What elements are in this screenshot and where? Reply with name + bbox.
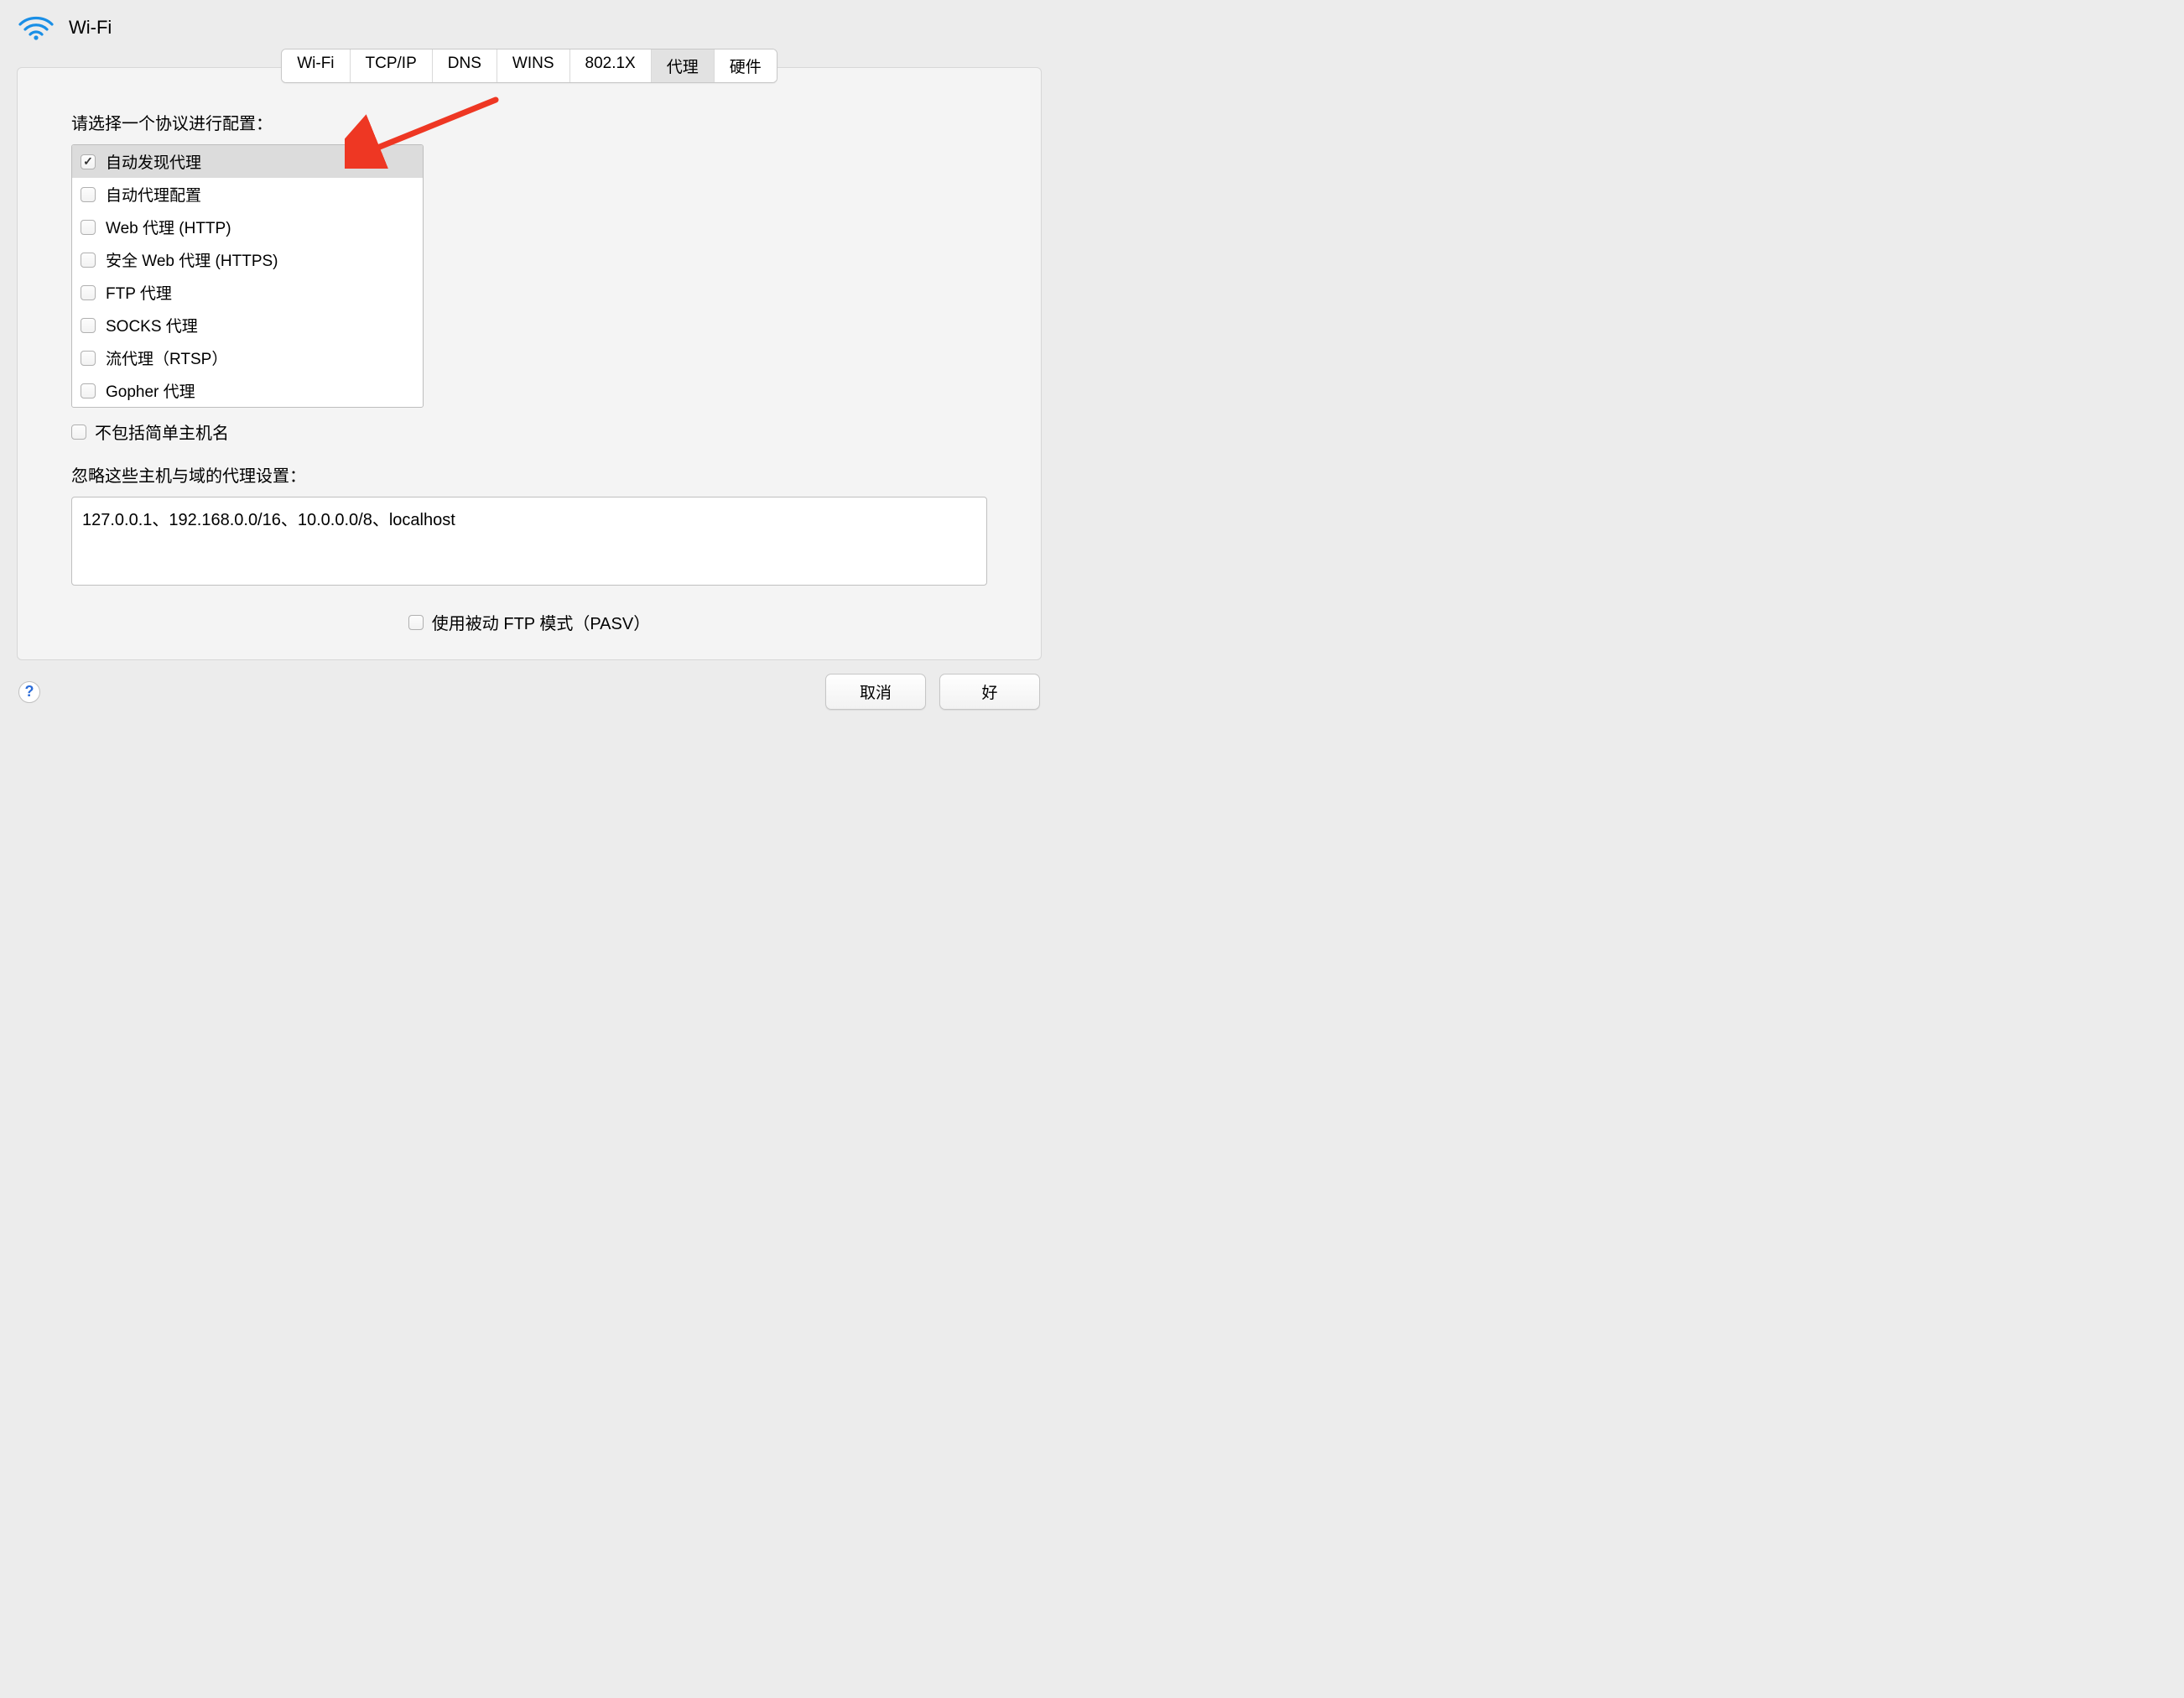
help-button[interactable]: ? xyxy=(18,681,40,703)
ok-button[interactable]: 好 xyxy=(939,674,1040,710)
header: Wi-Fi xyxy=(0,0,1058,49)
checkbox-pasv[interactable] xyxy=(408,615,424,630)
tab-dns[interactable]: DNS xyxy=(433,49,497,82)
protocol-row-https[interactable]: 安全 Web 代理 (HTTPS) xyxy=(72,243,423,276)
checkbox-socks[interactable] xyxy=(81,318,96,333)
exclude-simple-row: 不包括简单主机名 xyxy=(71,419,987,444)
checkbox-https[interactable] xyxy=(81,253,96,268)
exclude-simple-label: 不包括简单主机名 xyxy=(95,419,229,444)
bypass-hosts-input[interactable] xyxy=(71,497,987,586)
tab-bar: Wi-Fi TCP/IP DNS WINS 802.1X 代理 硬件 xyxy=(0,49,1058,83)
pasv-label: 使用被动 FTP 模式（PASV） xyxy=(432,610,650,634)
protocol-row-auto-config[interactable]: 自动代理配置 xyxy=(72,178,423,211)
protocol-row-gopher[interactable]: Gopher 代理 xyxy=(72,374,423,407)
checkbox-ftp[interactable] xyxy=(81,285,96,300)
protocol-label: 自动代理配置 xyxy=(106,183,201,206)
pasv-row: 使用被动 FTP 模式（PASV） xyxy=(71,610,987,634)
segmented-control: Wi-Fi TCP/IP DNS WINS 802.1X 代理 硬件 xyxy=(281,49,777,83)
tab-proxy[interactable]: 代理 xyxy=(652,49,715,82)
protocol-label: Web 代理 (HTTP) xyxy=(106,216,231,238)
tab-wifi[interactable]: Wi-Fi xyxy=(282,49,350,82)
protocol-prompt: 请选择一个协议进行配置： xyxy=(71,110,987,134)
tab-hardware[interactable]: 硬件 xyxy=(715,49,777,82)
bypass-label: 忽略这些主机与域的代理设置： xyxy=(71,462,987,487)
checkbox-http[interactable] xyxy=(81,220,96,235)
tab-8021x[interactable]: 802.1X xyxy=(570,49,652,82)
protocol-list[interactable]: 自动发现代理 自动代理配置 Web 代理 (HTTP) 安全 Web 代理 (H… xyxy=(71,144,424,408)
cancel-button[interactable]: 取消 xyxy=(825,674,926,710)
checkbox-auto-discover[interactable] xyxy=(81,154,96,169)
protocol-row-socks[interactable]: SOCKS 代理 xyxy=(72,309,423,341)
checkbox-gopher[interactable] xyxy=(81,383,96,398)
protocol-row-rtsp[interactable]: 流代理（RTSP） xyxy=(72,341,423,374)
content-panel: 请选择一个协议进行配置： 自动发现代理 自动代理配置 Web 代理 (HTTP)… xyxy=(17,67,1042,660)
checkbox-exclude-simple[interactable] xyxy=(71,424,86,440)
tab-tcpip[interactable]: TCP/IP xyxy=(351,49,433,82)
protocol-label: 流代理（RTSP） xyxy=(106,346,227,369)
button-group: 取消 好 xyxy=(825,674,1040,710)
protocol-row-auto-discover[interactable]: 自动发现代理 xyxy=(72,145,423,178)
checkbox-rtsp[interactable] xyxy=(81,351,96,366)
checkbox-auto-config[interactable] xyxy=(81,187,96,202)
protocol-label: FTP 代理 xyxy=(106,281,172,304)
protocol-label: SOCKS 代理 xyxy=(106,314,198,336)
tab-wins[interactable]: WINS xyxy=(497,49,570,82)
protocol-label: Gopher 代理 xyxy=(106,379,195,402)
protocol-row-http[interactable]: Web 代理 (HTTP) xyxy=(72,211,423,243)
protocol-label: 安全 Web 代理 (HTTPS) xyxy=(106,248,278,271)
wifi-icon xyxy=(18,15,54,40)
protocol-row-ftp[interactable]: FTP 代理 xyxy=(72,276,423,309)
footer: ? 取消 好 xyxy=(0,660,1058,710)
protocol-label: 自动发现代理 xyxy=(106,150,201,173)
page-title: Wi-Fi xyxy=(69,17,112,39)
